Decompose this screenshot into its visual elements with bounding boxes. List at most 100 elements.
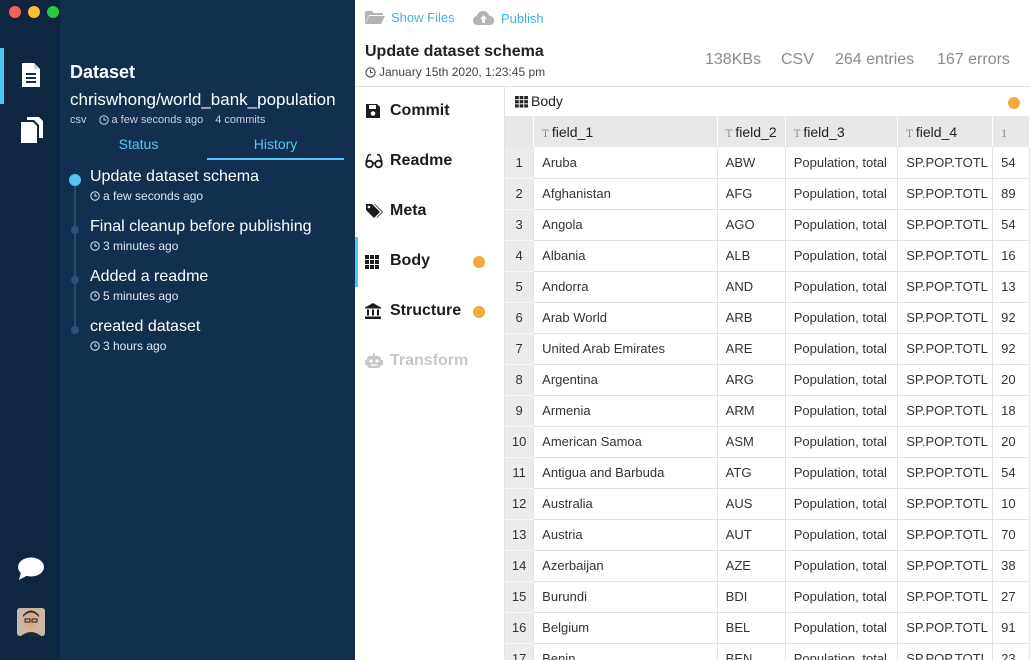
minimize-window-button[interactable] (28, 6, 40, 18)
nav-item-body[interactable]: Body (355, 237, 505, 287)
table-cell[interactable]: Albania (533, 240, 718, 272)
table-cell[interactable]: 27 (992, 581, 1030, 613)
table-cell[interactable]: 54 (992, 457, 1030, 489)
column-header[interactable]: 1 (992, 116, 1030, 147)
table-cell[interactable]: Population, total (785, 426, 899, 458)
table-row[interactable]: 16 Belgium BEL Population, total SP.POP.TOTL… (505, 612, 1030, 644)
table-cell[interactable]: SP.POP.TOTL (897, 209, 994, 241)
table-cell[interactable]: AZE (717, 550, 786, 582)
table-cell[interactable]: SP.POP.TOTL (897, 240, 994, 272)
table-cell[interactable]: Aruba (533, 147, 718, 179)
table-cell[interactable]: SP.POP.TOTL (897, 426, 994, 458)
table-cell[interactable]: Austria (533, 519, 718, 551)
table-cell[interactable]: Population, total (785, 271, 899, 303)
history-item[interactable]: created dataset 3 hours ago (60, 318, 355, 368)
table-cell[interactable]: American Samoa (533, 426, 718, 458)
table-cell[interactable]: 18 (992, 395, 1030, 427)
table-row[interactable]: 12 Australia AUS Population, total SP.POP.TO… (505, 488, 1030, 520)
table-row[interactable]: 2 Afghanistan AFG Population, total SP.POP.T… (505, 178, 1030, 210)
table-cell[interactable]: 70 (992, 519, 1030, 551)
table-cell[interactable]: 13 (992, 271, 1030, 303)
table-cell[interactable]: Population, total (785, 178, 899, 210)
table-row[interactable]: 7 United Arab Emirates ARE Population, tota… (505, 333, 1030, 365)
table-row[interactable]: 9 Armenia ARM Population, total SP.POP.TOTL 1… (505, 395, 1030, 427)
column-header[interactable]: Tfield_4 (897, 116, 994, 147)
table-row[interactable]: 5 Andorra AND Population, total SP.POP.TOTL 1… (505, 271, 1030, 303)
table-cell[interactable]: AGO (717, 209, 786, 241)
user-avatar[interactable] (17, 608, 45, 636)
table-cell[interactable]: AND (717, 271, 786, 303)
table-cell[interactable]: Population, total (785, 209, 899, 241)
table-cell[interactable]: Population, total (785, 519, 899, 551)
table-cell[interactable]: Population, total (785, 333, 899, 365)
table-cell[interactable]: SP.POP.TOTL (897, 178, 994, 210)
table-cell[interactable]: 54 (992, 147, 1030, 179)
table-row[interactable]: 13 Austria AUT Population, total SP.POP.TOTL… (505, 519, 1030, 551)
table-cell[interactable]: SP.POP.TOTL (897, 271, 994, 303)
table-cell[interactable]: AUT (717, 519, 786, 551)
table-cell[interactable]: SP.POP.TOTL (897, 519, 994, 551)
table-cell[interactable]: Burundi (533, 581, 718, 613)
table-cell[interactable]: Andorra (533, 271, 718, 303)
table-cell[interactable]: Population, total (785, 395, 899, 427)
table-cell[interactable]: SP.POP.TOTL (897, 333, 994, 365)
table-cell[interactable]: 16 (992, 240, 1030, 272)
table-cell[interactable]: SP.POP.TOTL (897, 395, 994, 427)
tab-status[interactable]: Status (70, 135, 207, 160)
tab-history[interactable]: History (207, 135, 344, 160)
table-cell[interactable]: SP.POP.TOTL (897, 147, 994, 179)
history-item[interactable]: Update dataset schema a few seconds ago (60, 168, 355, 218)
table-cell[interactable]: Population, total (785, 488, 899, 520)
table-cell[interactable]: AFG (717, 178, 786, 210)
table-cell[interactable]: 92 (992, 333, 1030, 365)
table-row[interactable]: 6 Arab World ARB Population, total SP.POP.TO… (505, 302, 1030, 334)
table-cell[interactable]: Antigua and Barbuda (533, 457, 718, 489)
table-cell[interactable]: Australia (533, 488, 718, 520)
show-files-button[interactable]: Show Files (365, 10, 455, 25)
table-cell[interactable]: SP.POP.TOTL (897, 612, 994, 644)
table-cell[interactable]: ARB (717, 302, 786, 334)
table-cell[interactable]: 23 (992, 643, 1030, 660)
table-cell[interactable]: Population, total (785, 302, 899, 334)
table-cell[interactable]: 92 (992, 302, 1030, 334)
table-cell[interactable]: SP.POP.TOTL (897, 643, 994, 660)
nav-item-commit[interactable]: Commit (355, 87, 505, 137)
table-cell[interactable]: BEL (717, 612, 786, 644)
table-cell[interactable]: ABW (717, 147, 786, 179)
table-cell[interactable]: ATG (717, 457, 786, 489)
table-row[interactable]: 10 American Samoa ASM Population, total SP.P… (505, 426, 1030, 458)
table-cell[interactable]: Azerbaijan (533, 550, 718, 582)
table-cell[interactable]: ALB (717, 240, 786, 272)
table-cell[interactable]: SP.POP.TOTL (897, 302, 994, 334)
rail-collection-button[interactable] (0, 112, 60, 152)
table-cell[interactable]: Population, total (785, 612, 899, 644)
table-cell[interactable]: ARE (717, 333, 786, 365)
table-cell[interactable]: 54 (992, 209, 1030, 241)
history-item[interactable]: Added a readme 5 minutes ago (60, 268, 355, 318)
table-cell[interactable]: BDI (717, 581, 786, 613)
table-cell[interactable]: SP.POP.TOTL (897, 581, 994, 613)
table-cell[interactable]: 89 (992, 178, 1030, 210)
table-cell[interactable]: 10 (992, 488, 1030, 520)
table-cell[interactable]: 91 (992, 612, 1030, 644)
table-row[interactable]: 1 Aruba ABW Population, total SP.POP.TOTL 54 (505, 147, 1030, 179)
table-row[interactable]: 17 Benin BEN Population, total SP.POP.TOTL 23 (505, 643, 1030, 660)
column-header[interactable]: Tfield_2 (717, 116, 786, 147)
table-cell[interactable]: SP.POP.TOTL (897, 488, 994, 520)
table-row[interactable]: 3 Angola AGO Population, total SP.POP.TOTL 54 (505, 209, 1030, 241)
table-cell[interactable]: Population, total (785, 147, 899, 179)
table-cell[interactable]: Population, total (785, 643, 899, 660)
nav-item-structure[interactable]: Structure (355, 287, 505, 337)
table-cell[interactable]: ASM (717, 426, 786, 458)
table-cell[interactable]: Population, total (785, 581, 899, 613)
column-header[interactable]: Tfield_1 (533, 116, 718, 147)
table-cell[interactable]: Arab World (533, 302, 718, 334)
table-cell[interactable]: Population, total (785, 364, 899, 396)
feedback-button[interactable] (16, 556, 46, 584)
table-row[interactable]: 11 Antigua and Barbuda ATG Population, tota… (505, 457, 1030, 489)
table-cell[interactable]: Benin (533, 643, 718, 660)
maximize-window-button[interactable] (47, 6, 59, 18)
table-cell[interactable]: ARM (717, 395, 786, 427)
table-cell[interactable]: Population, total (785, 240, 899, 272)
table-cell[interactable]: BEN (717, 643, 786, 660)
